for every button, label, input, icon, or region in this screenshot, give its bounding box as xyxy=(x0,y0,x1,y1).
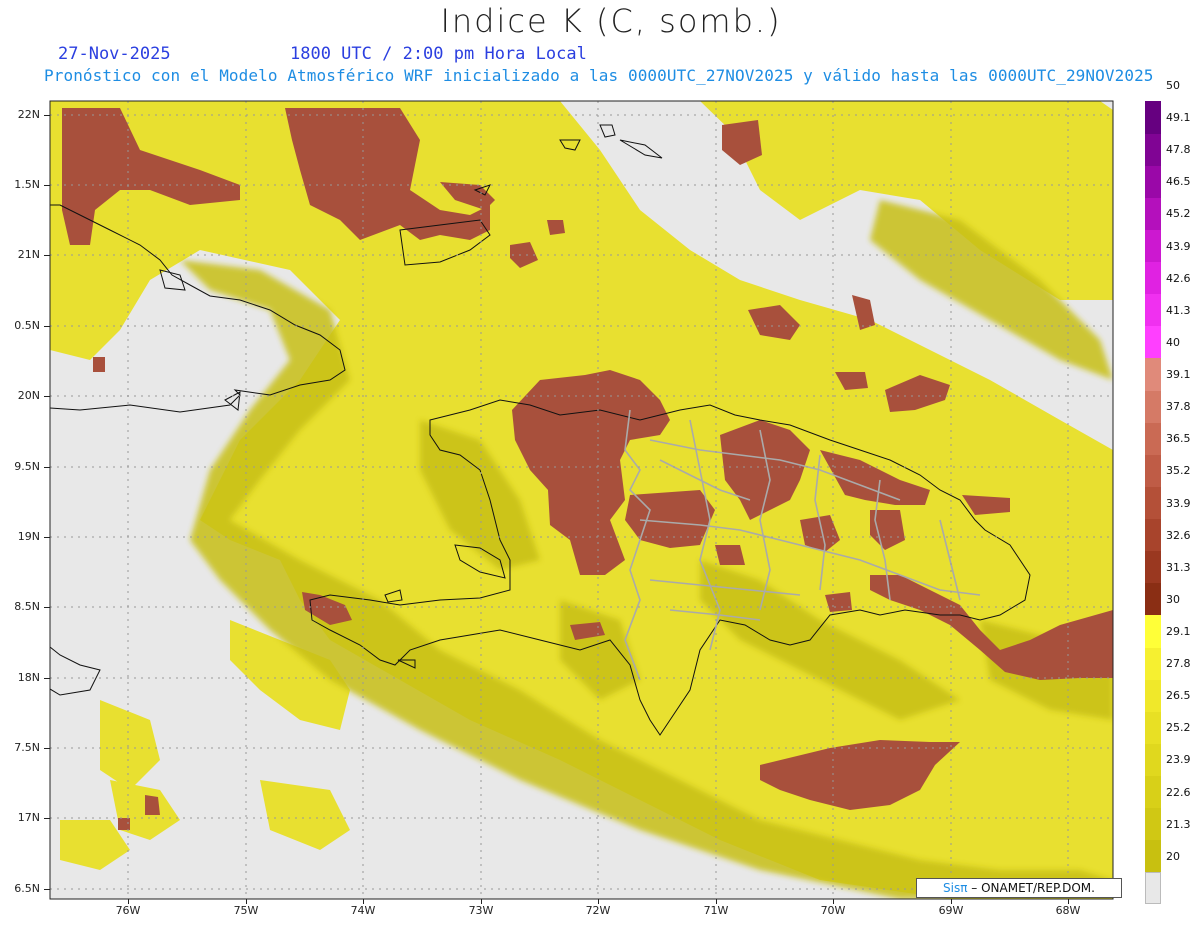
colorbar-segment xyxy=(1145,550,1161,584)
lat-label: 7.5N xyxy=(14,741,40,754)
colorbar-segment xyxy=(1145,614,1161,648)
colorbar-segment xyxy=(1145,197,1161,230)
colorbar-segment xyxy=(1145,229,1161,263)
colorbar-label: 39.1 xyxy=(1166,368,1191,382)
colorbar-label: 40 xyxy=(1166,335,1180,349)
lon-tick xyxy=(598,899,599,904)
lon-tick xyxy=(1068,899,1069,904)
lon-label: 73W xyxy=(468,904,494,917)
colorbar-label: 43.9 xyxy=(1166,239,1191,253)
lat-label: 6.5N xyxy=(14,882,40,895)
lat-label: 22N xyxy=(17,108,40,121)
colorbar-label: 42.6 xyxy=(1166,271,1191,285)
sispi-logo-text: Sisπ xyxy=(943,881,968,895)
colorbar-label: 36.5 xyxy=(1166,432,1191,446)
colorbar-label: 25.2 xyxy=(1166,721,1191,735)
colorbar-segment xyxy=(1145,261,1161,295)
colorbar-label: 35.2 xyxy=(1166,464,1191,478)
lat-tick xyxy=(44,748,50,749)
credit-box: Sisπ – ONAMET/REP.DOM. xyxy=(916,878,1122,898)
lat-tick xyxy=(44,537,50,538)
colorbar-label: 31.3 xyxy=(1166,560,1191,574)
lat-tick xyxy=(44,607,50,608)
colorbar-segment xyxy=(1145,775,1161,809)
colorbar-label: 30 xyxy=(1166,592,1180,606)
lon-label: 69W xyxy=(938,904,964,917)
lat-label: 21N xyxy=(17,248,40,261)
lon-tick xyxy=(833,899,834,904)
map-plot xyxy=(49,100,1114,900)
colorbar-segment xyxy=(1145,293,1161,327)
lat-label: 1.5N xyxy=(14,178,40,191)
lat-tick xyxy=(44,185,50,186)
lon-label: 76W xyxy=(115,904,141,917)
lat-tick xyxy=(44,326,50,327)
colorbar-segment xyxy=(1145,743,1161,776)
colorbar-label: 50 xyxy=(1166,78,1180,92)
colorbar-label: 32.6 xyxy=(1166,528,1191,542)
lat-label: 8.5N xyxy=(14,600,40,613)
lon-tick xyxy=(481,899,482,904)
colorbar-segment xyxy=(1145,454,1161,487)
colorbar-label: 41.3 xyxy=(1166,303,1191,317)
colorbar-segment xyxy=(1145,679,1161,712)
lon-label: 75W xyxy=(233,904,259,917)
colorbar-segment xyxy=(1145,133,1161,166)
lat-label: 20N xyxy=(17,389,40,402)
lon-tick xyxy=(246,899,247,904)
colorbar-segment xyxy=(1145,647,1161,680)
lat-label: 17N xyxy=(17,811,40,824)
credit-text: – ONAMET/REP.DOM. xyxy=(967,881,1095,895)
colorbar-label: 47.8 xyxy=(1166,143,1191,157)
lon-tick xyxy=(363,899,364,904)
colorbar-segment xyxy=(1145,390,1161,423)
colorbar-segment xyxy=(1145,518,1161,552)
lon-label: 68W xyxy=(1055,904,1081,917)
lon-label: 72W xyxy=(585,904,611,917)
lon-tick xyxy=(951,899,952,904)
colorbar-label: 46.5 xyxy=(1166,175,1191,189)
colorbar-segment xyxy=(1145,711,1161,744)
lon-label: 70W xyxy=(820,904,846,917)
colorbar-label: 21.3 xyxy=(1166,817,1191,831)
lat-tick xyxy=(44,115,50,116)
colorbar-segment xyxy=(1145,807,1161,841)
lat-tick xyxy=(44,889,50,890)
lon-label: 71W xyxy=(703,904,729,917)
colorbar-segment xyxy=(1145,582,1161,616)
lat-tick xyxy=(44,396,50,397)
colorbar-label: 45.2 xyxy=(1166,207,1191,221)
colorbar-segment xyxy=(1145,839,1161,873)
lat-tick xyxy=(44,818,50,819)
lat-tick xyxy=(44,678,50,679)
colorbar-label: 49.1 xyxy=(1166,111,1191,125)
colorbar-segment xyxy=(1145,165,1161,198)
colorbar-label: 37.8 xyxy=(1166,400,1191,414)
colorbar-segment xyxy=(1145,357,1161,391)
colorbar-label: 22.6 xyxy=(1166,785,1191,799)
lon-tick xyxy=(716,899,717,904)
colorbar-label: 27.8 xyxy=(1166,657,1191,671)
lat-label: 18N xyxy=(17,671,40,684)
lat-label: 9.5N xyxy=(14,460,40,473)
colorbar-segment xyxy=(1145,486,1161,520)
colorbar-label: 26.5 xyxy=(1166,689,1191,703)
lat-tick xyxy=(44,255,50,256)
lon-tick xyxy=(128,899,129,904)
colorbar-segment xyxy=(1145,325,1161,359)
colorbar-segment xyxy=(1145,422,1161,455)
lon-label: 74W xyxy=(350,904,376,917)
colorbar-segment xyxy=(1145,871,1161,904)
colorbar-label: 33.9 xyxy=(1166,496,1191,510)
lat-label: 19N xyxy=(17,530,40,543)
colorbar-segment xyxy=(1145,101,1161,134)
lat-label: 0.5N xyxy=(14,319,40,332)
lat-tick xyxy=(44,467,50,468)
colorbar-label: 20 xyxy=(1166,849,1180,863)
colorbar-label: 23.9 xyxy=(1166,753,1191,767)
colorbar-label: 29.1 xyxy=(1166,624,1191,638)
